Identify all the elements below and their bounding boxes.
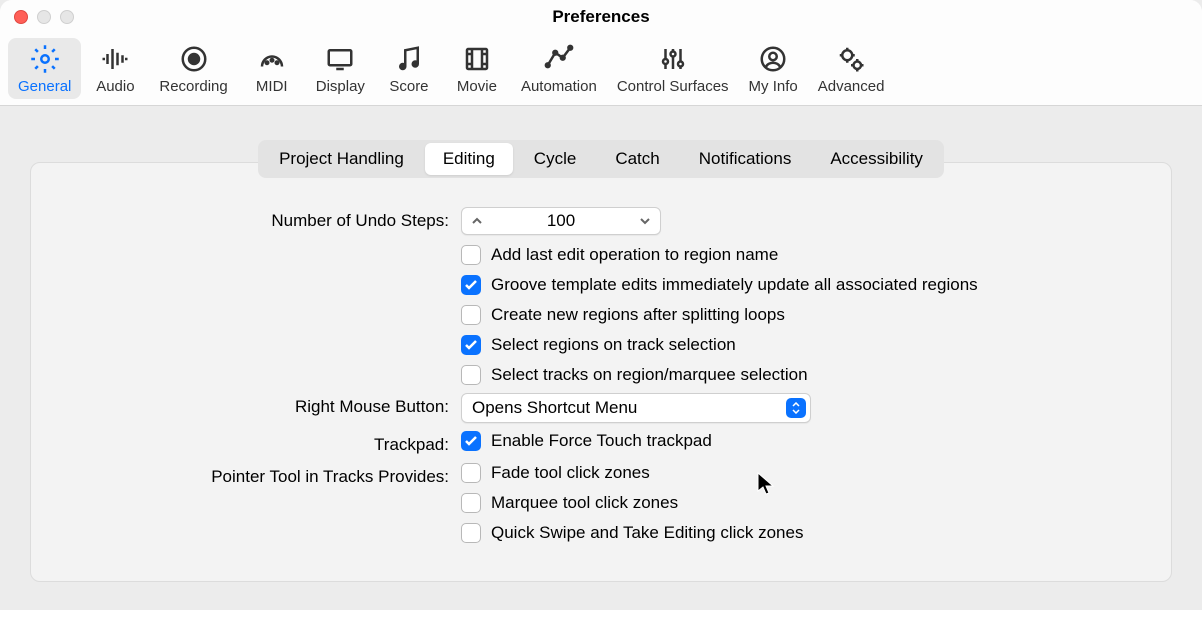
toolbar-my-info[interactable]: My Info — [739, 38, 808, 99]
toolbar-label: Automation — [521, 78, 597, 95]
audio-wave-icon — [100, 44, 130, 74]
window-title: Preferences — [552, 7, 649, 27]
preferences-window: Preferences General Audio Recording MIDI — [0, 0, 1202, 628]
subtab-project-handling[interactable]: Project Handling — [261, 143, 422, 175]
toolbar-automation[interactable]: Automation — [511, 38, 607, 99]
minimize-window-button[interactable] — [37, 10, 51, 24]
traffic-lights — [14, 10, 74, 24]
checkbox-label: Quick Swipe and Take Editing click zones — [491, 523, 803, 543]
checkbox-quick-swipe[interactable] — [461, 523, 481, 543]
trackpad-label: Trackpad: — [71, 431, 461, 455]
toolbar-label: Control Surfaces — [617, 78, 729, 95]
toolbar-label: Recording — [159, 78, 227, 95]
toolbar-label: Movie — [457, 78, 497, 95]
checkbox-label: Add last edit operation to region name — [491, 245, 778, 265]
checkbox-label: Marquee tool click zones — [491, 493, 678, 513]
gear-icon — [30, 44, 60, 74]
automation-icon — [544, 44, 574, 74]
toolbar-general[interactable]: General — [8, 38, 81, 99]
toolbar-label: My Info — [749, 78, 798, 95]
maximize-window-button[interactable] — [60, 10, 74, 24]
toolbar-label: Score — [389, 78, 428, 95]
dropdown-arrows-icon — [786, 398, 806, 418]
midi-icon — [257, 44, 287, 74]
subtab-cycle[interactable]: Cycle — [516, 143, 595, 175]
checkbox-label: Fade tool click zones — [491, 463, 650, 483]
titlebar: Preferences — [0, 0, 1202, 34]
music-note-icon — [394, 44, 424, 74]
pointer-tool-label: Pointer Tool in Tracks Provides: — [71, 463, 461, 487]
checkbox-label: Create new regions after splitting loops — [491, 305, 785, 325]
sliders-icon — [658, 44, 688, 74]
toolbar-advanced[interactable]: Advanced — [808, 38, 895, 99]
user-icon — [758, 44, 788, 74]
toolbar-movie[interactable]: Movie — [443, 38, 511, 99]
toolbar-label: MIDI — [256, 78, 288, 95]
rmb-value: Opens Shortcut Menu — [472, 398, 637, 418]
checkbox-add-last-edit[interactable] — [461, 245, 481, 265]
undo-steps-value: 100 — [492, 211, 630, 231]
rmb-select[interactable]: Opens Shortcut Menu — [461, 393, 811, 423]
gears-icon — [836, 44, 866, 74]
stepper-decrement[interactable] — [462, 208, 492, 234]
checkbox-marquee-tool[interactable] — [461, 493, 481, 513]
checkbox-label: Groove template edits immediately update… — [491, 275, 978, 295]
checkbox-groove-template[interactable] — [461, 275, 481, 295]
rmb-label: Right Mouse Button: — [71, 393, 461, 417]
subtab-notifications[interactable]: Notifications — [681, 143, 810, 175]
toolbar-score[interactable]: Score — [375, 38, 443, 99]
checkbox-label: Select regions on track selection — [491, 335, 736, 355]
checkbox-fade-tool[interactable] — [461, 463, 481, 483]
subtab-catch[interactable]: Catch — [597, 143, 677, 175]
toolbar-control-surfaces[interactable]: Control Surfaces — [607, 38, 739, 99]
toolbar-display[interactable]: Display — [306, 38, 375, 99]
record-icon — [179, 44, 209, 74]
toolbar-label: Audio — [96, 78, 134, 95]
film-icon — [462, 44, 492, 74]
toolbar-recording[interactable]: Recording — [149, 38, 237, 99]
checkbox-create-regions[interactable] — [461, 305, 481, 325]
checkbox-label: Enable Force Touch trackpad — [491, 431, 712, 451]
subtab-accessibility[interactable]: Accessibility — [812, 143, 941, 175]
preferences-body: Project Handling Editing Cycle Catch Not… — [0, 106, 1202, 610]
toolbar-label: Display — [316, 78, 365, 95]
display-icon — [325, 44, 355, 74]
checkbox-force-touch[interactable] — [461, 431, 481, 451]
undo-steps-label: Number of Undo Steps: — [71, 207, 461, 231]
close-window-button[interactable] — [14, 10, 28, 24]
editing-panel: Number of Undo Steps: 100 Add last edit — [30, 162, 1172, 582]
preferences-toolbar: General Audio Recording MIDI Display — [0, 34, 1202, 106]
toolbar-audio[interactable]: Audio — [81, 38, 149, 99]
checkbox-select-regions[interactable] — [461, 335, 481, 355]
checkbox-label: Select tracks on region/marquee selectio… — [491, 365, 808, 385]
checkbox-select-tracks[interactable] — [461, 365, 481, 385]
stepper-increment[interactable] — [630, 208, 660, 234]
toolbar-label: General — [18, 78, 71, 95]
toolbar-midi[interactable]: MIDI — [238, 38, 306, 99]
undo-steps-stepper[interactable]: 100 — [461, 207, 661, 235]
subtab-editing[interactable]: Editing — [425, 143, 513, 175]
toolbar-label: Advanced — [818, 78, 885, 95]
